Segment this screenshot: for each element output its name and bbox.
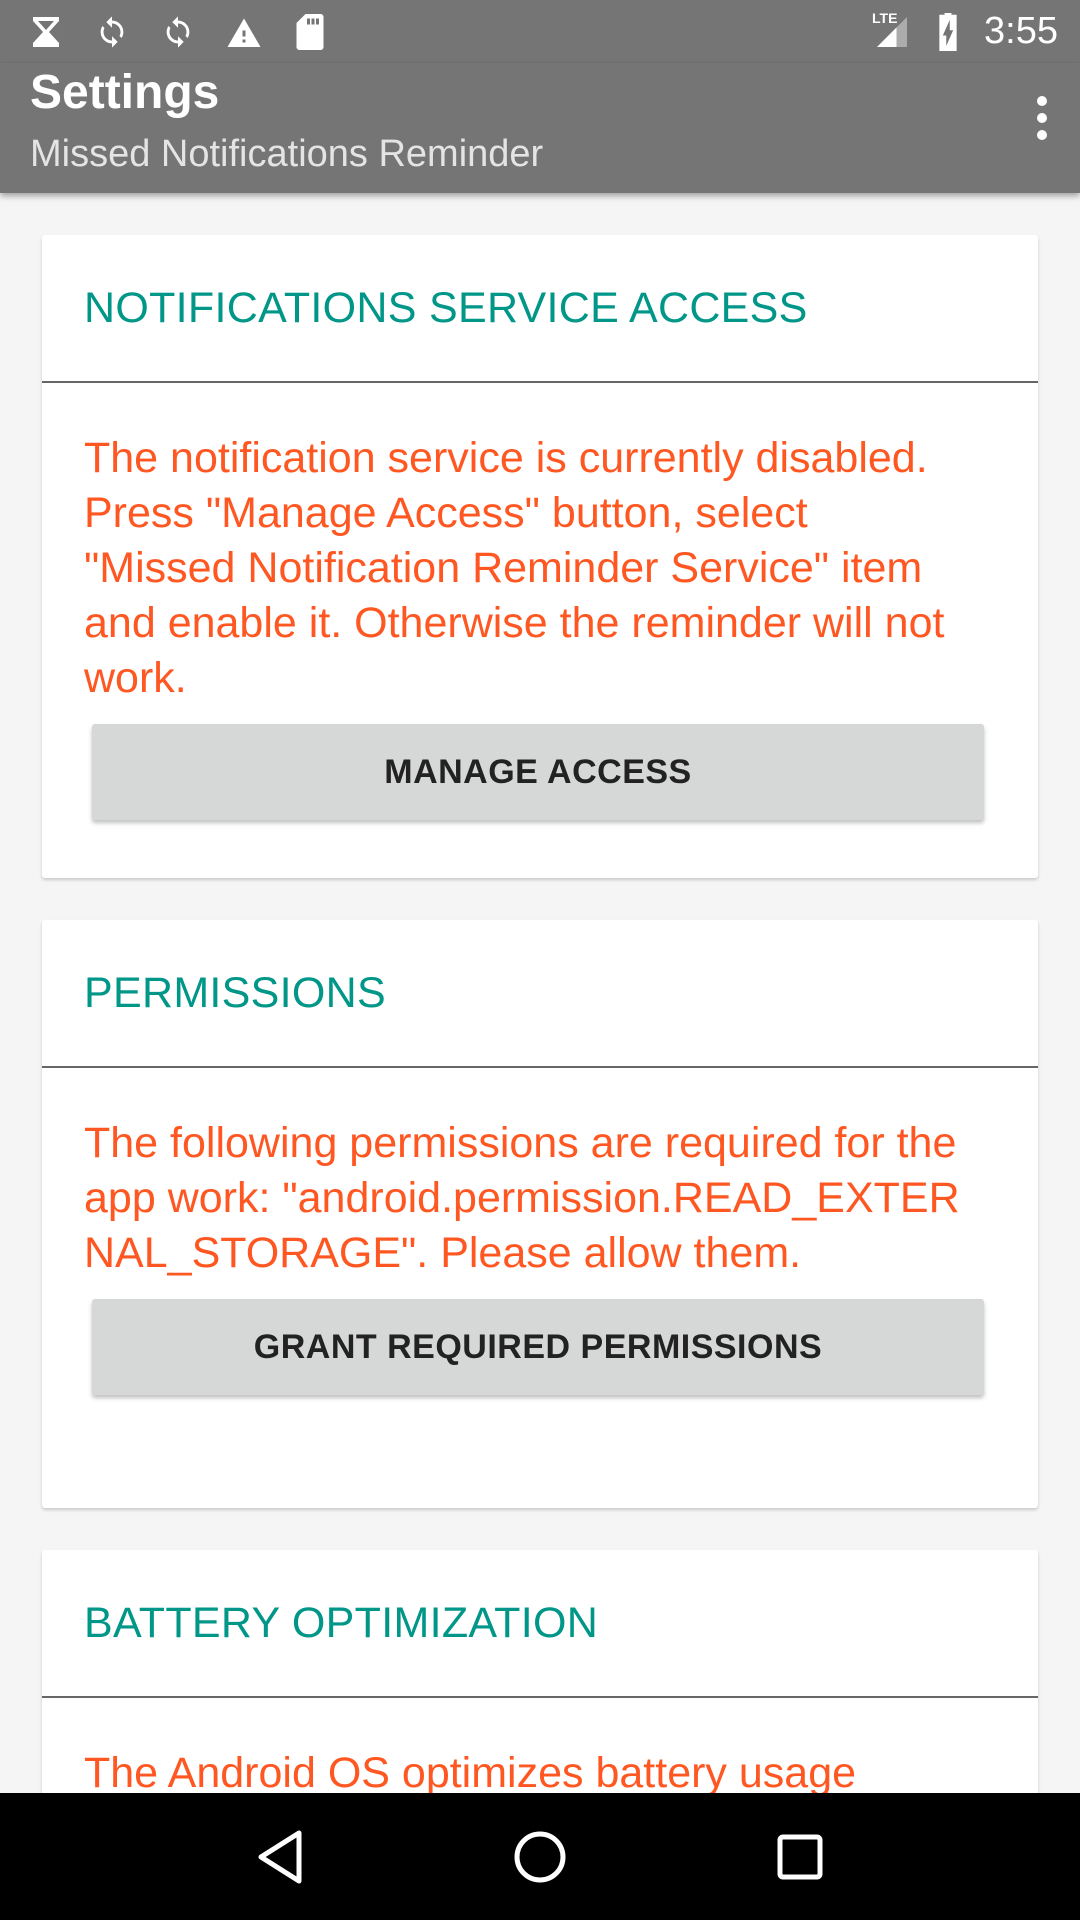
sd-card-icon: [292, 13, 328, 50]
card-permissions: PERMISSIONS The following permissions ar…: [42, 920, 1038, 1508]
settings-screen: LTE 3:55 Settings Missed Notifications R…: [0, 0, 1080, 1920]
manage-access-button[interactable]: MANAGE ACCESS: [92, 724, 984, 820]
section-title: NOTIFICATIONS SERVICE ACCESS: [84, 283, 808, 332]
card-body: The Android OS optimizes battery usage: [42, 1698, 1038, 1793]
page-title: Settings: [30, 66, 220, 119]
menu-dot: [1037, 130, 1047, 140]
warning-message: The Android OS optimizes battery usage: [84, 1749, 857, 1793]
status-time: 3:55: [984, 10, 1058, 52]
status-system-icons: LTE 3:55: [872, 10, 1058, 53]
recents-icon[interactable]: [760, 1817, 840, 1897]
app-bar: Settings Missed Notifications Reminder: [0, 63, 1080, 193]
section-title: BATTERY OPTIMIZATION: [84, 1598, 599, 1647]
card-notifications-access: NOTIFICATIONS SERVICE ACCESS The notific…: [42, 235, 1038, 878]
home-icon[interactable]: [500, 1817, 580, 1897]
signal-icon: LTE: [872, 10, 912, 50]
back-icon[interactable]: [240, 1817, 320, 1897]
more-vert-icon[interactable]: [1022, 88, 1062, 148]
card-header: NOTIFICATIONS SERVICE ACCESS: [42, 235, 1038, 383]
warning-message: The notification service is currently di…: [84, 434, 945, 702]
sync-icon: [160, 14, 196, 50]
network-type-label: LTE: [872, 9, 898, 26]
card-body: The following permissions are required f…: [42, 1068, 1038, 1395]
sync-icon: [94, 14, 130, 50]
section-title: PERMISSIONS: [84, 968, 386, 1017]
navigation-bar: [0, 1793, 1080, 1920]
card-body: The notification service is currently di…: [42, 383, 1038, 820]
warning-message: The following permissions are required f…: [84, 1119, 960, 1277]
menu-dot: [1037, 96, 1047, 106]
menu-dot: [1037, 113, 1047, 123]
status-bar: LTE 3:55: [0, 0, 1080, 63]
grant-permissions-button[interactable]: GRANT REQUIRED PERMISSIONS: [92, 1299, 984, 1395]
card-header: BATTERY OPTIMIZATION: [42, 1550, 1038, 1698]
hourglass-icon: [28, 14, 64, 50]
warning-icon: [226, 14, 262, 50]
page-subtitle: Missed Notifications Reminder: [30, 133, 544, 175]
battery-charging-icon: [930, 12, 966, 51]
settings-content[interactable]: NOTIFICATIONS SERVICE ACCESS The notific…: [0, 193, 1080, 1793]
status-notification-icons: [28, 13, 328, 50]
card-battery-optimization: BATTERY OPTIMIZATION The Android OS opti…: [42, 1550, 1038, 1793]
card-header: PERMISSIONS: [42, 920, 1038, 1068]
